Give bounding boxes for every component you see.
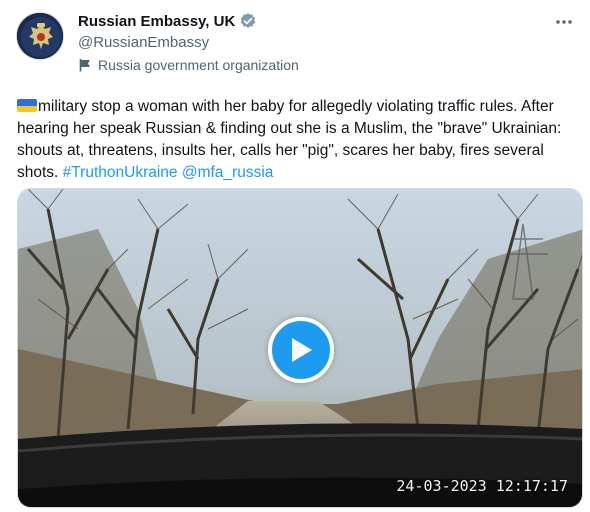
hashtag-link[interactable]: #TruthonUkraine: [63, 164, 178, 181]
name-row: Russian Embassy, UK: [78, 12, 257, 30]
handle[interactable]: @RussianEmbassy: [78, 34, 209, 51]
play-button[interactable]: [268, 317, 334, 383]
verified-badge-icon: [241, 13, 256, 28]
tweet-card[interactable]: Russian Embassy, UK @RussianEmbassy Russ…: [0, 0, 590, 512]
tweet-text: military stop a woman with her baby for …: [17, 96, 577, 184]
ukraine-flag-icon: [17, 99, 37, 112]
coat-of-arms-icon: [17, 13, 63, 59]
government-label: Russia government organization: [78, 57, 299, 73]
more-icon[interactable]: [552, 12, 576, 32]
play-icon: [292, 338, 312, 362]
avatar[interactable]: [16, 12, 64, 60]
video-timestamp: 24-03-2023 12:17:17: [396, 477, 568, 495]
video-player[interactable]: 24-03-2023 12:17:17: [17, 188, 583, 508]
mention-link[interactable]: @mfa_russia: [182, 164, 274, 181]
government-label-text: Russia government organization: [98, 57, 299, 73]
flag-icon: [79, 59, 90, 72]
display-name[interactable]: Russian Embassy, UK: [78, 13, 235, 30]
